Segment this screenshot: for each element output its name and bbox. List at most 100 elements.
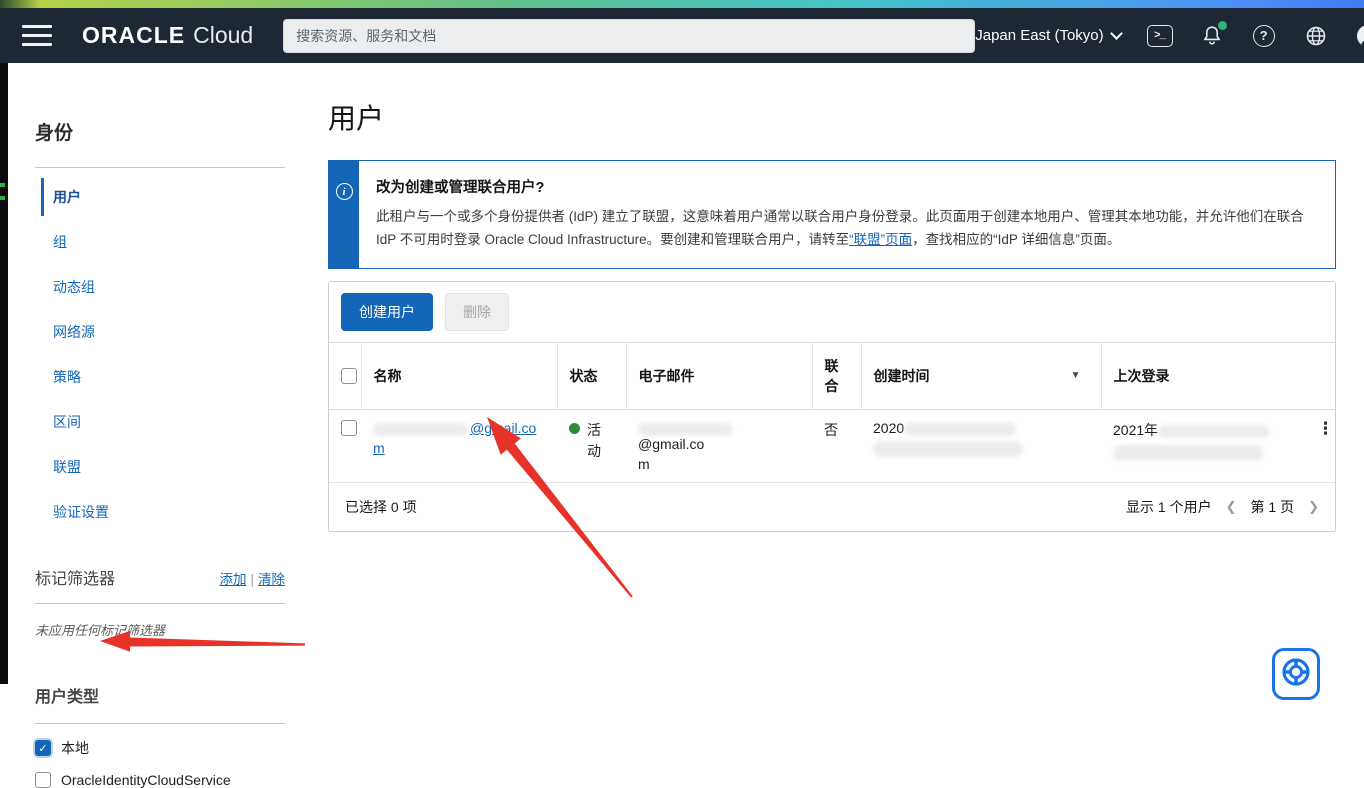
page-next-icon[interactable]: ❯ — [1308, 499, 1319, 515]
user-avatar[interactable] — [1355, 23, 1364, 49]
region-selector[interactable]: Japan East (Tokyo) — [975, 27, 1120, 44]
page-title: 用户 — [328, 97, 1336, 137]
tag-filter-header: 标记筛选器 添加|清除 — [35, 565, 308, 589]
table-header-row: 名称 状态 电子邮件 联合 创建时间▼ 上次登录 — [329, 342, 1335, 409]
user-last-login-cell: 2021年 — [1101, 409, 1305, 482]
sidebar-item-federation[interactable]: 联盟 — [41, 448, 308, 486]
sidebar-item-network-sources[interactable]: 网络源 — [41, 313, 308, 351]
pagination: 显示 1 个用户 ❮ 第 1 页 ❯ — [1126, 497, 1319, 517]
top-navigation-bar: ORACLE Cloud Japan East (Tokyo) >_ ? — [0, 8, 1364, 63]
status-label: 活动 — [587, 420, 603, 462]
tag-filter-empty-text: 未应用任何标记筛选器 — [35, 620, 308, 639]
support-float-button[interactable] — [1272, 648, 1320, 700]
info-icon: i — [336, 183, 353, 200]
desktop-edge-gradient — [0, 0, 1364, 8]
checkbox-unchecked-icon[interactable] — [35, 772, 51, 788]
checkbox-label: 本地 — [61, 738, 89, 758]
hamburger-menu-icon[interactable] — [22, 25, 52, 46]
help-icon[interactable]: ? — [1251, 23, 1277, 49]
user-type-title: 用户类型 — [35, 683, 308, 707]
left-edge-strip — [0, 63, 8, 684]
checkbox-label: OracleIdentityCloudService — [61, 772, 231, 788]
banner-title: 改为创建或管理联合用户? — [376, 176, 1317, 197]
checkbox-checked-icon[interactable] — [35, 740, 51, 756]
link-separator: | — [250, 572, 254, 587]
tag-filter-add-link[interactable]: 添加 — [219, 572, 246, 587]
row-checkbox[interactable] — [341, 420, 357, 436]
chevron-down-icon — [1110, 27, 1123, 40]
globe-icon — [1304, 24, 1328, 48]
tag-filter-clear-link[interactable]: 清除 — [258, 572, 285, 587]
user-type-option-local[interactable]: 本地 — [35, 738, 308, 758]
column-header-email[interactable]: 电子邮件 — [626, 342, 812, 409]
oracle-cloud-logo[interactable]: ORACLE Cloud — [82, 22, 253, 49]
user-federated-cell: 否 — [812, 409, 861, 482]
banner-text-after: ，查找相应的“IdP 详细信息”页面。 — [912, 232, 1120, 247]
user-name-link[interactable]: @gmail.com — [373, 420, 545, 456]
topbar-right-controls: Japan East (Tokyo) >_ ? — [975, 23, 1364, 49]
identity-nav: 用户 组 动态组 网络源 策略 区间 联盟 验证设置 — [35, 178, 308, 531]
banner-text: 此租户与一个或多个身份提供者 (IdP) 建立了联盟，这意味着用户通常以联合用户… — [376, 206, 1317, 252]
select-all-checkbox[interactable] — [341, 368, 357, 384]
redacted-text — [1113, 445, 1263, 461]
user-status-cell: 活动 — [557, 409, 626, 482]
user-type-option-idcs[interactable]: OracleIdentityCloudService — [35, 772, 308, 788]
create-user-button[interactable]: 创建用户 — [341, 293, 433, 331]
redacted-text — [638, 423, 733, 436]
column-header-federated[interactable]: 联合 — [812, 342, 861, 409]
region-label: Japan East (Tokyo) — [975, 27, 1103, 44]
search-container — [283, 19, 975, 53]
sidebar-item-dynamic-groups[interactable]: 动态组 — [41, 268, 308, 306]
sort-desc-icon[interactable]: ▼ — [1071, 370, 1081, 381]
sidebar-item-policies[interactable]: 策略 — [41, 358, 308, 396]
page-prev-icon[interactable]: ❮ — [1226, 499, 1237, 515]
notification-badge — [1218, 21, 1227, 30]
row-select-cell — [329, 409, 361, 482]
sidebar-item-groups[interactable]: 组 — [41, 223, 308, 261]
delete-button[interactable]: 删除 — [445, 293, 509, 331]
selected-count-text: 已选择 0 项 — [345, 497, 417, 517]
search-input[interactable] — [283, 19, 975, 53]
page-indicator: 第 1 页 — [1251, 497, 1295, 517]
federation-info-banner: i 改为创建或管理联合用户? 此租户与一个或多个身份提供者 (IdP) 建立了联… — [328, 160, 1336, 269]
notifications-bell-icon[interactable] — [1199, 23, 1225, 49]
cloud-shell-icon[interactable]: >_ — [1147, 23, 1173, 49]
logo-oracle-text: ORACLE — [82, 22, 185, 49]
sidebar-item-compartments[interactable]: 区间 — [41, 403, 308, 441]
status-active-dot — [569, 423, 580, 434]
column-header-last-login[interactable]: 上次登录 — [1101, 342, 1335, 409]
edge-artifact — [0, 196, 5, 200]
redacted-text — [873, 441, 1023, 457]
user-name-cell: @gmail.com — [361, 409, 557, 482]
divider — [35, 167, 285, 168]
table-toolbar: 创建用户 删除 — [329, 282, 1335, 342]
user-table-row[interactable]: @gmail.com 活动 @gmail.com 否 2020 2021年 — [329, 409, 1335, 482]
sidebar-item-users[interactable]: 用户 — [41, 178, 308, 216]
user-email-cell: @gmail.com — [626, 409, 812, 482]
banner-accent-bar: i — [329, 161, 359, 268]
identity-sidebar: 身份 用户 组 动态组 网络源 策略 区间 联盟 验证设置 标记筛选器 添加|清… — [8, 63, 308, 684]
column-header-created[interactable]: 创建时间▼ — [861, 342, 1101, 409]
divider — [35, 723, 285, 724]
column-header-name[interactable]: 名称 — [361, 342, 557, 409]
edge-artifact — [0, 183, 5, 187]
language-globe-icon[interactable] — [1303, 23, 1329, 49]
column-header-status[interactable]: 状态 — [557, 342, 626, 409]
row-actions-cell: ⋮ — [1305, 409, 1335, 482]
select-all-header — [329, 342, 361, 409]
banner-text-before: 此租户与一个或多个身份提供者 (IdP) 建立了联盟，这意味着用户通常以联合用户… — [376, 209, 1304, 247]
redacted-text — [373, 423, 468, 436]
users-table-card: 创建用户 删除 名称 状态 电子邮件 联合 创建时间▼ 上次登录 — [328, 281, 1336, 532]
users-main-content: 用户 i 改为创建或管理联合用户? 此租户与一个或多个身份提供者 (IdP) 建… — [328, 63, 1336, 684]
sidebar-item-authentication-settings[interactable]: 验证设置 — [41, 493, 308, 531]
showing-count-text: 显示 1 个用户 — [1126, 497, 1212, 517]
users-table: 名称 状态 电子邮件 联合 创建时间▼ 上次登录 @gmail.com — [329, 342, 1335, 483]
divider — [35, 603, 285, 604]
tag-filter-actions: 添加 | 清除 — [219, 568, 285, 588]
redacted-text — [904, 423, 1016, 436]
federation-page-link[interactable]: “联盟”页面 — [849, 232, 912, 247]
avatar-icon — [1355, 23, 1364, 49]
row-overflow-menu-icon[interactable]: ⋮ — [1317, 419, 1334, 438]
banner-body: 改为创建或管理联合用户? 此租户与一个或多个身份提供者 (IdP) 建立了联盟，… — [359, 161, 1335, 268]
table-footer: 已选择 0 项 显示 1 个用户 ❮ 第 1 页 ❯ — [329, 483, 1335, 531]
